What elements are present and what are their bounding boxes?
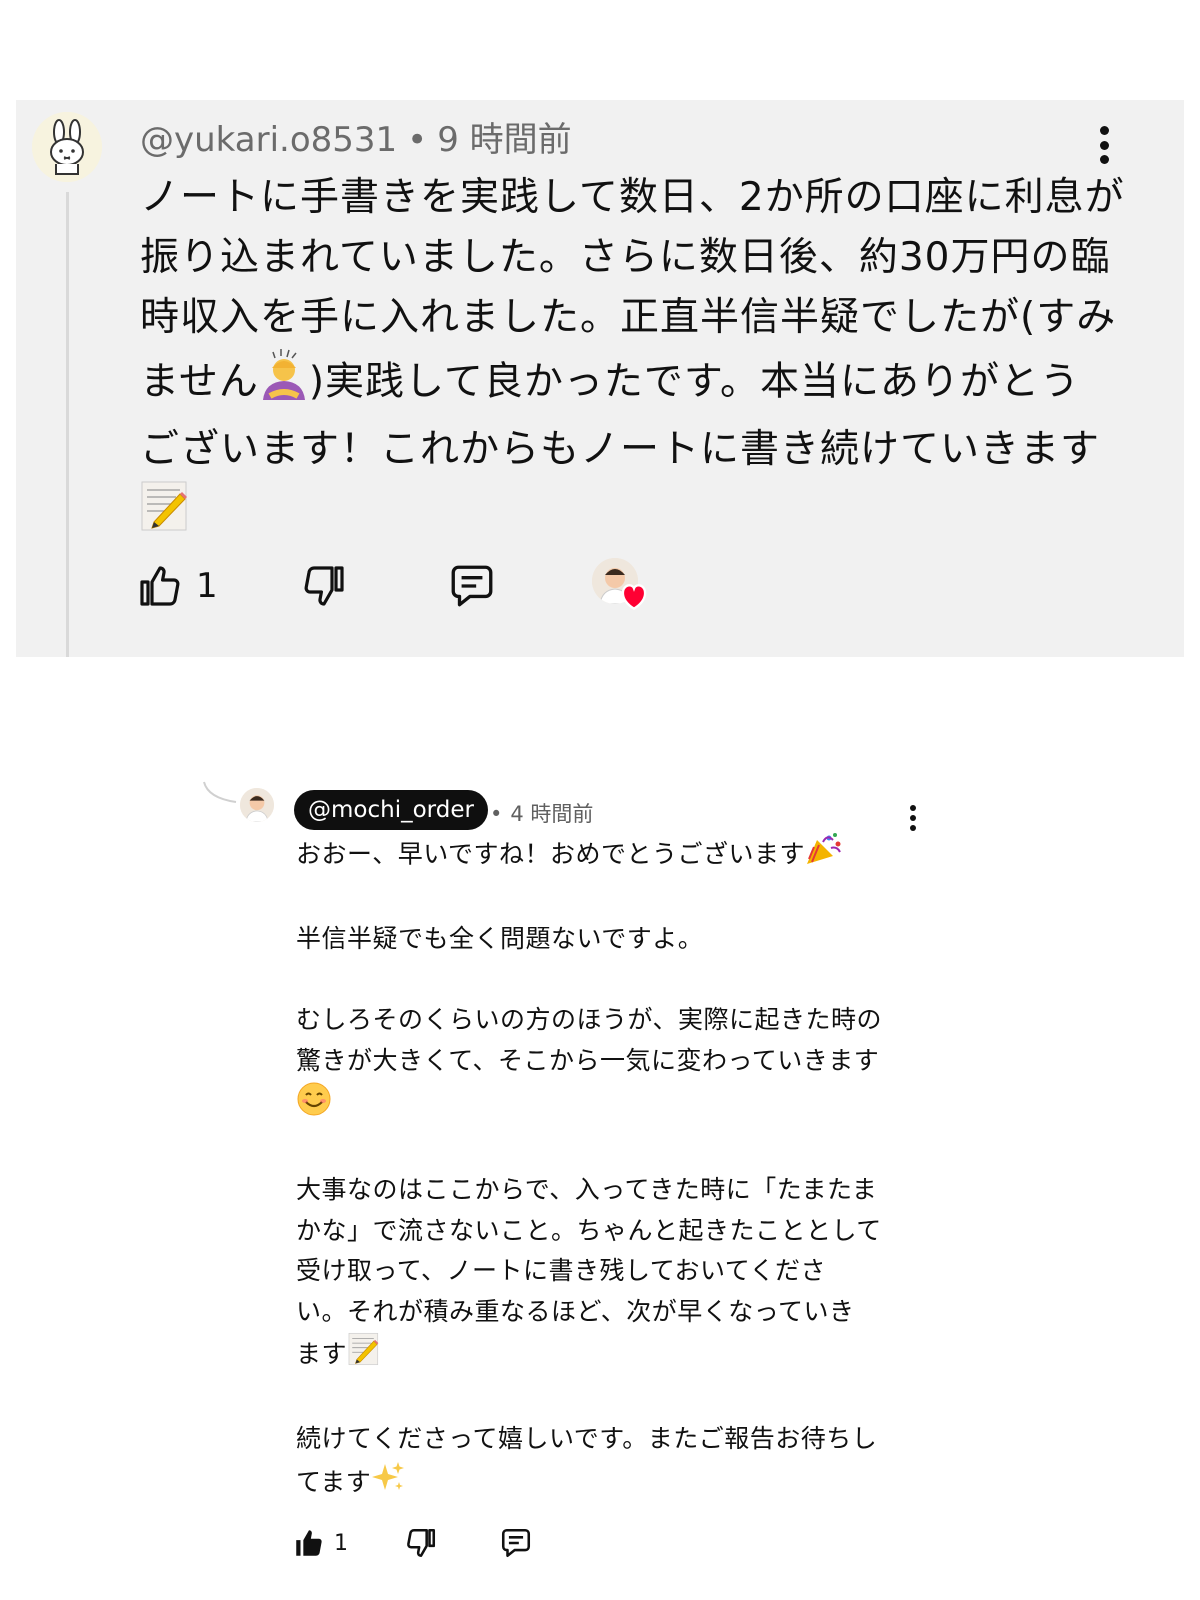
heart-icon (621, 584, 647, 610)
memo-emoji (347, 1332, 381, 1379)
person-gesturing-ok-emoji (259, 348, 309, 420)
reply-button[interactable] (498, 1526, 534, 1560)
like-count: 1 (334, 1530, 348, 1556)
comment-actions: 1 (136, 558, 648, 614)
thread-connector (203, 781, 237, 803)
memo-emoji (140, 480, 190, 550)
meta-separator: • (407, 120, 428, 160)
party-popper-emoji (805, 832, 843, 879)
thumbs-down-icon (407, 1528, 436, 1558)
reply-card: @mochi_order • 4 時間前 おおー、早いですね！おめでとうございます… (0, 780, 1200, 1600)
smiling-face-emoji (296, 1081, 332, 1130)
reply-meta: • 4 時間前 (490, 798, 593, 828)
dislike-button[interactable] (300, 562, 446, 610)
reply-text: おおー、早いですね！おめでとうございます 半信半疑でも全く問題ないですよ。 むし… (296, 832, 916, 1506)
thumbs-up-icon (140, 566, 180, 606)
sparkles-emoji (371, 1460, 405, 1507)
reply-paragraph: むしろそのくらいの方のほうが、実際に起きた時の 驚きが大きくて、そこから一気に変… (296, 1005, 883, 1075)
reply-icon (451, 565, 493, 607)
comment-time[interactable]: 9 時間前 (437, 120, 571, 160)
creator-heart-icon[interactable] (592, 558, 648, 614)
comment-text: ノートに手書きを実践して数日、2か所の口座に利息が 振り込まれていました。さらに… (140, 168, 1140, 550)
thumbs-up-filled-icon (296, 1530, 322, 1556)
avatar-rabbit[interactable] (32, 112, 102, 182)
more-vert-icon[interactable] (910, 805, 918, 831)
rabbit-icon (32, 112, 102, 182)
dislike-button[interactable] (404, 1526, 498, 1560)
like-button[interactable]: 1 (292, 1526, 404, 1560)
meta-separator: • (490, 802, 503, 826)
reply-button[interactable] (446, 561, 592, 611)
like-button[interactable]: 1 (136, 562, 300, 610)
reply-actions: 1 (292, 1526, 534, 1560)
thread-line (66, 192, 69, 657)
avatar[interactable] (240, 788, 274, 822)
reply-paragraph: おおー、早いですね！おめでとうございます (296, 839, 806, 869)
more-vert-icon[interactable] (1100, 126, 1112, 164)
creator-handle-pill[interactable]: @mochi_order (294, 790, 488, 830)
like-count: 1 (196, 566, 218, 606)
reply-paragraph: 半信半疑でも全く問題ないですよ。 (296, 924, 704, 953)
comment-meta: @yukari.o8531 • 9 時間前 (140, 112, 572, 161)
reply-icon (501, 1528, 531, 1558)
thumbs-down-icon (304, 566, 344, 606)
reply-time[interactable]: 4 時間前 (510, 802, 593, 826)
comment-author[interactable]: @yukari.o8531 (140, 120, 397, 160)
reply-paragraph: 大事なのはここからで、入ってきた時に「たまたま かな」で流さないこと。ちゃんと起… (296, 1175, 882, 1369)
comment-card: @yukari.o8531 • 9 時間前 ノートに手書きを実践して数日、2か所の口… (16, 100, 1184, 657)
